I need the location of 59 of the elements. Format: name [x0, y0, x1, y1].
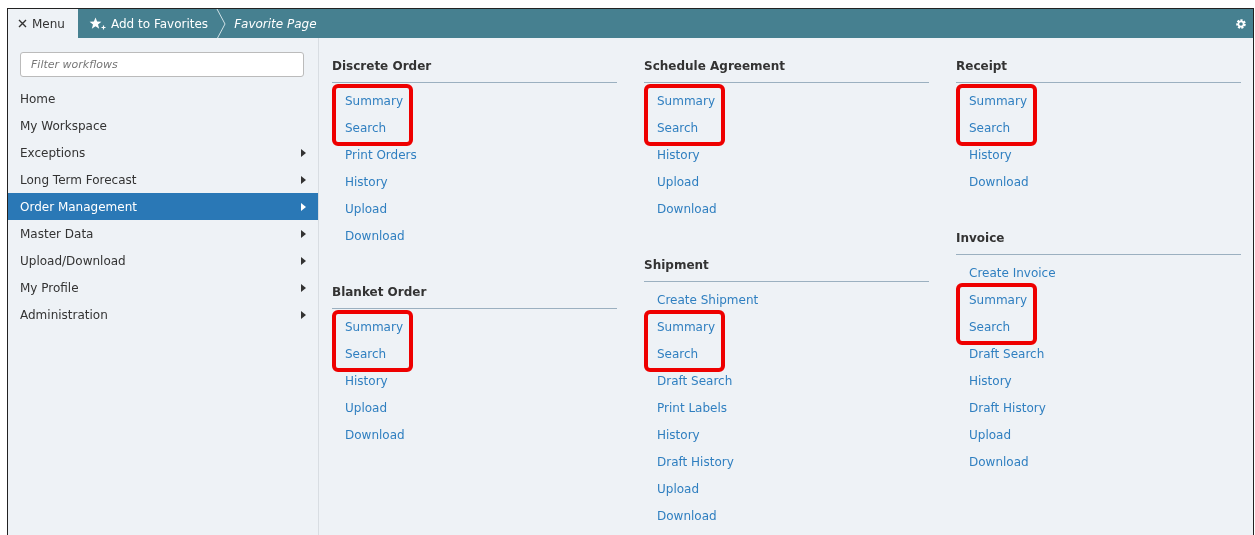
- menu-link[interactable]: Download: [644, 503, 717, 530]
- menu-link[interactable]: History: [644, 422, 700, 449]
- section-heading: Schedule Agreement: [644, 52, 929, 83]
- menu-link[interactable]: Search: [960, 314, 1011, 341]
- menu-link[interactable]: Print Labels: [644, 395, 728, 422]
- menu-link[interactable]: Create Shipment: [644, 287, 759, 314]
- menu-link[interactable]: Draft History: [644, 449, 734, 476]
- menu-button[interactable]: Menu: [8, 9, 78, 38]
- menu-link[interactable]: History: [332, 368, 388, 395]
- menu-link[interactable]: Upload: [644, 169, 700, 196]
- menu-link[interactable]: History: [956, 142, 1012, 169]
- menu-link[interactable]: Upload: [644, 476, 700, 503]
- section-heading: Blanket Order: [332, 278, 617, 309]
- menu-link[interactable]: Upload: [332, 196, 388, 223]
- menu-link[interactable]: Search: [960, 115, 1011, 142]
- menu-link[interactable]: History: [956, 368, 1012, 395]
- menu-link[interactable]: Summary: [960, 287, 1027, 314]
- menu-link[interactable]: Summary: [336, 88, 403, 115]
- menu-link[interactable]: Print Orders: [332, 142, 417, 169]
- menu-link[interactable]: Download: [956, 169, 1029, 196]
- menu-link[interactable]: Summary: [336, 314, 403, 341]
- filter-field[interactable]: Filter workflows: [20, 52, 304, 77]
- sidebar-item[interactable]: Master Data: [8, 220, 318, 247]
- menu-link[interactable]: History: [644, 142, 700, 169]
- menu-link[interactable]: Summary: [960, 88, 1027, 115]
- section-heading: Invoice: [956, 224, 1241, 255]
- menu-link[interactable]: Upload: [956, 422, 1012, 449]
- sidebar-item[interactable]: My Profile: [8, 274, 318, 301]
- menu-link[interactable]: Search: [336, 115, 387, 142]
- sidebar-item[interactable]: Long Term Forecast: [8, 166, 318, 193]
- menu-link[interactable]: Search: [648, 115, 699, 142]
- menu-link[interactable]: Search: [648, 341, 699, 368]
- menu-link[interactable]: Create Invoice: [956, 260, 1056, 287]
- menu-link[interactable]: Download: [332, 223, 405, 250]
- menu-link[interactable]: Draft History: [956, 395, 1046, 422]
- menu-link[interactable]: Draft Search: [644, 368, 733, 395]
- close-icon: [18, 19, 27, 28]
- menu-link[interactable]: Download: [644, 196, 717, 223]
- menu-link[interactable]: Summary: [648, 314, 715, 341]
- menu-link[interactable]: Upload: [332, 395, 388, 422]
- menu-link[interactable]: Draft Search: [956, 341, 1045, 368]
- sidebar-item[interactable]: Order Management: [8, 193, 318, 220]
- section-heading: Shipment: [644, 251, 929, 282]
- sidebar-item[interactable]: My Workspace: [8, 112, 318, 139]
- menu-link[interactable]: Download: [956, 449, 1029, 476]
- menu-link[interactable]: Summary: [648, 88, 715, 115]
- breadcrumb-item: Favorite Page: [233, 15, 318, 33]
- star-plus-icon: [89, 17, 106, 30]
- add-favorites-button[interactable]: Add to Favorites: [78, 9, 217, 38]
- section-heading: Discrete Order: [332, 52, 617, 83]
- menu-link[interactable]: History: [332, 169, 388, 196]
- sidebar-item[interactable]: Exceptions: [8, 139, 318, 166]
- sidebar-item[interactable]: Home: [8, 85, 318, 112]
- section-heading: Receipt: [956, 52, 1241, 83]
- menu-link[interactable]: Download: [332, 422, 405, 449]
- settings-icon[interactable]: [1235, 17, 1247, 30]
- sidebar-item[interactable]: Upload/Download: [8, 247, 318, 274]
- menu-link[interactable]: Search: [336, 341, 387, 368]
- sidebar-item[interactable]: Administration: [8, 301, 318, 328]
